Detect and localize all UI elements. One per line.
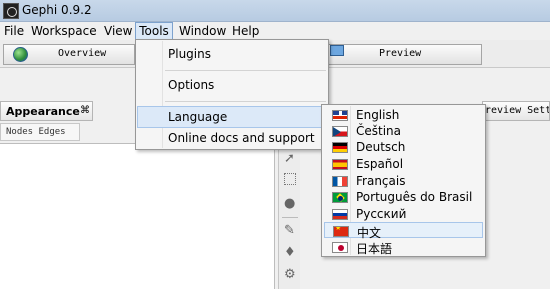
window-title: Gephi 0.9.2: [22, 3, 92, 17]
tab-preview-label: Preview: [379, 48, 422, 59]
nodes-edges-tabs[interactable]: Nodes Edges: [0, 123, 80, 141]
language-item-russian[interactable]: Русский: [324, 206, 483, 222]
language-label: Русский: [356, 207, 407, 221]
menu-item-online-docs-label: Online docs and support: [168, 131, 315, 145]
language-item-czech[interactable]: Čeština: [324, 123, 483, 139]
language-item-french[interactable]: Français: [324, 173, 483, 189]
language-item-spanish[interactable]: Español: [324, 156, 483, 172]
language-item-english[interactable]: English: [324, 107, 483, 123]
tab-overview[interactable]: Overview: [3, 44, 135, 65]
tab-preview[interactable]: Preview: [323, 44, 482, 65]
pencil-tool-icon[interactable]: ✎: [284, 223, 295, 238]
settings-tool-icon[interactable]: ⚙: [284, 267, 296, 282]
brazil-flag-icon: [332, 192, 348, 203]
menu-separator: [165, 101, 326, 102]
close-icon[interactable]: ⌘: [80, 105, 90, 116]
menu-item-language-label: Language: [168, 110, 228, 124]
brush-tool-icon[interactable]: ♦: [284, 245, 296, 260]
language-submenu: English Čeština Deutsch Español Français…: [321, 104, 486, 257]
menu-view[interactable]: View: [104, 22, 132, 40]
china-flag-icon: [333, 226, 349, 237]
globe-icon: [13, 47, 28, 62]
menu-item-language[interactable]: Language: [137, 106, 327, 128]
language-label: Español: [356, 157, 404, 171]
menu-tools[interactable]: Tools: [135, 22, 173, 40]
language-label: 日本語: [356, 242, 393, 256]
pointer-tool-icon[interactable]: ➚: [284, 151, 295, 166]
rectangle-select-icon[interactable]: [284, 173, 296, 185]
graph-toolbar: ➚ ● ✎ ♦ ⚙: [278, 141, 300, 289]
french-flag-icon: [332, 176, 348, 187]
gephi-logo-icon: [3, 3, 19, 19]
menu-bar: File Workspace View Tools Window Help: [0, 22, 550, 40]
toolbar-separator: [282, 217, 298, 218]
language-label: Čeština: [356, 124, 402, 138]
menu-item-options[interactable]: Options: [137, 74, 327, 96]
preview-settings-header[interactable]: review Settin: [482, 101, 550, 121]
menu-file[interactable]: File: [4, 22, 24, 40]
language-label: Português do Brasil: [356, 190, 473, 204]
czech-flag-icon: [332, 126, 348, 137]
nodes-edges-label: Nodes Edges: [6, 127, 66, 137]
tab-overview-label: Overview: [58, 48, 107, 59]
russian-flag-icon: [332, 209, 348, 220]
menu-item-plugins[interactable]: Plugins: [137, 43, 327, 65]
menu-item-plugins-label: Plugins: [168, 47, 211, 61]
german-flag-icon: [332, 142, 348, 153]
language-label: Deutsch: [356, 140, 406, 154]
language-label: English: [356, 108, 400, 122]
preview-settings-title: review Settin: [485, 105, 549, 116]
language-item-japanese[interactable]: 日本語: [324, 239, 483, 256]
language-item-german[interactable]: Deutsch: [324, 139, 483, 155]
language-label: Français: [356, 174, 406, 188]
appearance-panel-title: Appearance: [6, 105, 80, 118]
language-item-chinese[interactable]: 中文: [324, 222, 483, 240]
menu-window[interactable]: Window: [179, 22, 226, 40]
drag-tool-icon[interactable]: ●: [284, 196, 295, 211]
spanish-flag-icon: [332, 159, 348, 170]
language-item-portuguese-br[interactable]: Português do Brasil: [324, 189, 483, 205]
appearance-panel-body: [0, 143, 275, 289]
menu-help[interactable]: Help: [232, 22, 259, 40]
menu-item-options-label: Options: [168, 78, 215, 92]
japan-flag-icon: [332, 242, 348, 253]
menu-item-online-docs[interactable]: Online docs and support: [137, 127, 327, 149]
monitor-icon: [330, 45, 344, 56]
title-bar: Gephi 0.9.2: [0, 0, 550, 22]
menu-workspace[interactable]: Workspace: [31, 22, 97, 40]
menu-separator: [165, 70, 326, 71]
appearance-panel-header[interactable]: Appearance ⌘: [0, 101, 93, 121]
tools-dropdown-menu: Plugins Options Language Online docs and…: [135, 39, 329, 150]
uk-flag-icon: [332, 110, 348, 121]
